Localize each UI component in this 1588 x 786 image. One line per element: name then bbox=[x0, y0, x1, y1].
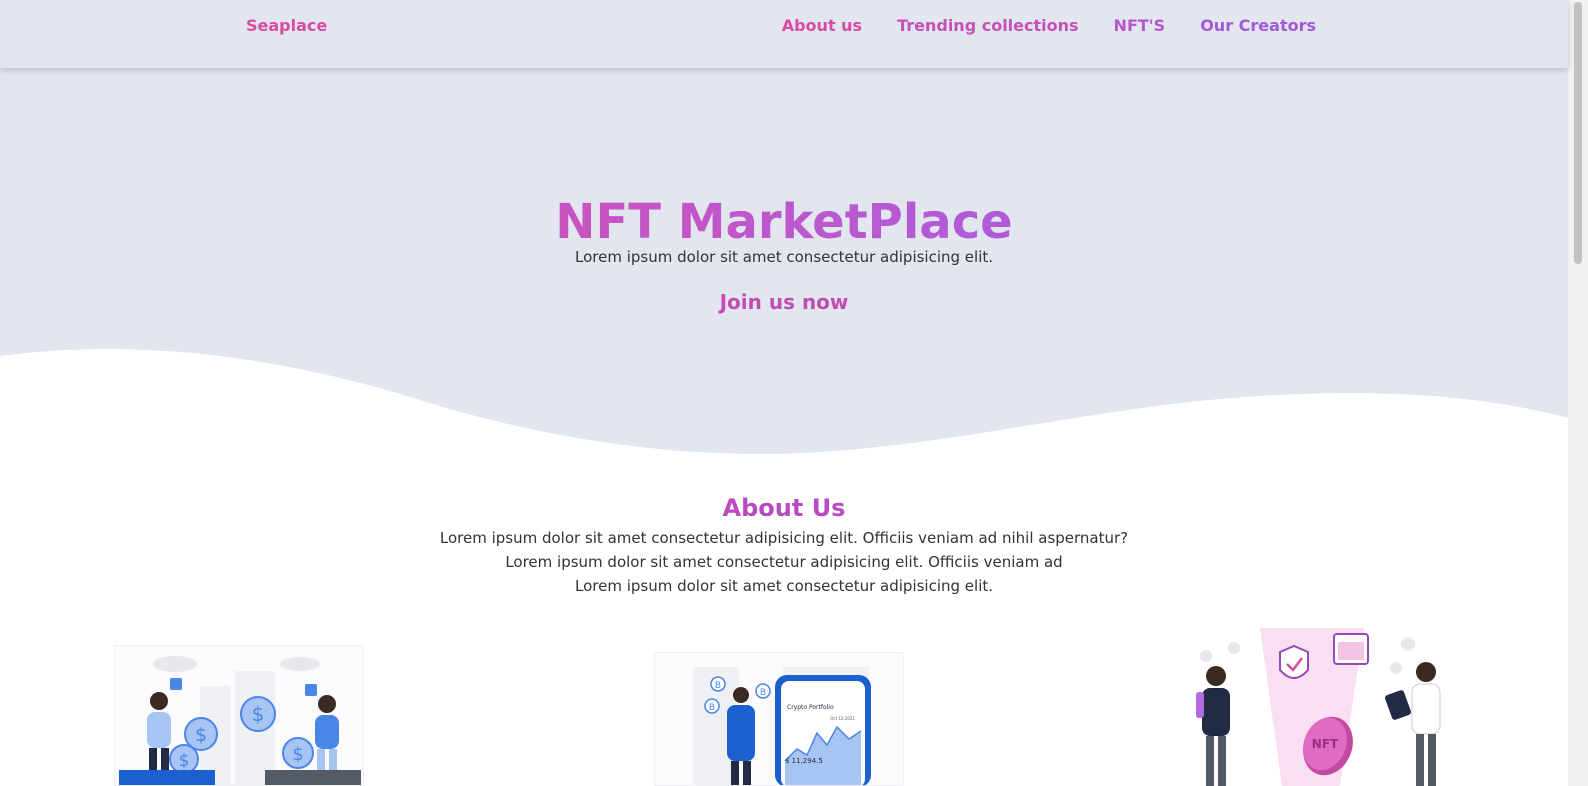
hero-cta-wrap: Join us now bbox=[0, 290, 1568, 314]
hero-wave-divider bbox=[0, 348, 1568, 478]
nav-link-trending-collections[interactable]: Trending collections bbox=[897, 16, 1078, 35]
scrollbar-thumb[interactable] bbox=[1574, 2, 1582, 264]
crypto-portfolio-image: B B B Crypto Portfolio Oct 12,2021 $ 11,… bbox=[693, 667, 871, 785]
top-navbar: Seaplace About us Trending collections N… bbox=[0, 0, 1568, 68]
hero-subtitle: Lorem ipsum dolor sit amet consectetur a… bbox=[574, 248, 994, 266]
about-us-line-3: Lorem ipsum dolor sit amet consectetur a… bbox=[574, 577, 994, 595]
phone-portfolio-value: $ 11,294.5 bbox=[785, 757, 823, 765]
coin-exchange-image: $ $ $ $ bbox=[119, 656, 361, 785]
svg-text:B: B bbox=[715, 681, 721, 691]
phone-date: Oct 12,2021 bbox=[830, 716, 855, 721]
phone-app-title: Crypto Portfolio bbox=[787, 704, 834, 711]
nav-link-nfts[interactable]: NFT'S bbox=[1114, 16, 1166, 35]
about-us-heading: About Us bbox=[722, 494, 846, 522]
about-us-line-2: Lorem ipsum dolor sit amet consectetur a… bbox=[505, 553, 1063, 571]
hero-section: NFT MarketPlace Lorem ipsum dolor sit am… bbox=[0, 68, 1568, 478]
nft-token-label: NFT bbox=[1312, 737, 1339, 751]
brand-logo-link[interactable]: Seaplace bbox=[246, 16, 327, 35]
svg-text:$: $ bbox=[252, 702, 265, 726]
illustration-crypto-portfolio: B B B Crypto Portfolio Oct 12,2021 $ 11,… bbox=[654, 652, 904, 786]
illustration-nft-token: NFT bbox=[1182, 628, 1452, 786]
svg-text:B: B bbox=[709, 703, 715, 713]
nft-token-image: NFT bbox=[1196, 628, 1441, 786]
about-us-text: Lorem ipsum dolor sit amet consectetur a… bbox=[0, 526, 1568, 598]
illustration-coin-exchange: $ $ $ $ bbox=[114, 645, 364, 786]
hero-title: NFT MarketPlace bbox=[0, 192, 1568, 252]
svg-text:$: $ bbox=[195, 724, 207, 746]
svg-text:B: B bbox=[760, 688, 766, 698]
nav-link-our-creators[interactable]: Our Creators bbox=[1200, 16, 1316, 35]
svg-text:$: $ bbox=[292, 744, 303, 765]
nav-links: About us Trending collections NFT'S Our … bbox=[782, 16, 1316, 35]
join-us-now-button[interactable]: Join us now bbox=[720, 290, 849, 314]
nav-link-about-us[interactable]: About us bbox=[782, 16, 862, 35]
about-us-line-1: Lorem ipsum dolor sit amet consectetur a… bbox=[439, 529, 1129, 547]
svg-text:$: $ bbox=[179, 751, 190, 771]
page-scrollbar[interactable] bbox=[1568, 0, 1588, 786]
